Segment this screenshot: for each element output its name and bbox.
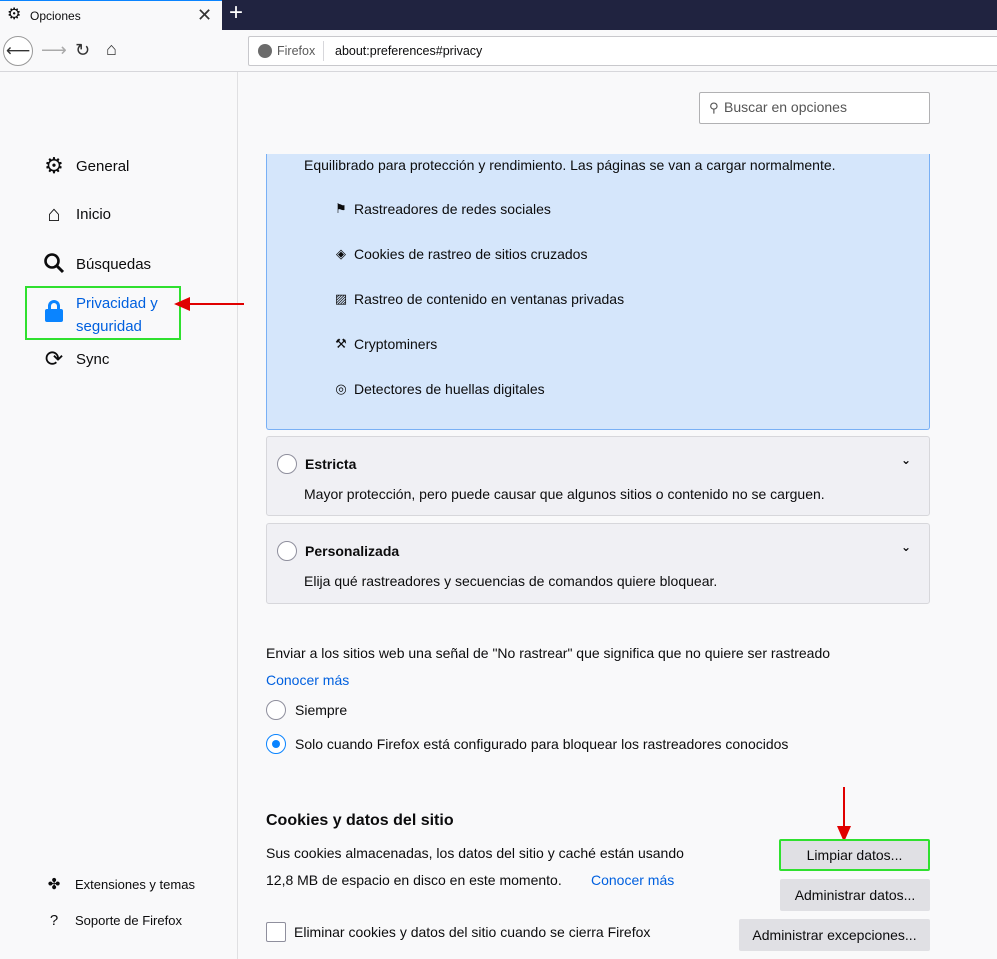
cookies-learn-more-link[interactable]: Conocer más xyxy=(591,872,674,888)
strict-title: Estricta xyxy=(305,456,357,472)
dnt-option-only-when-blocking[interactable]: Solo cuando Firefox está configurado par… xyxy=(266,734,788,754)
tab-strip: ⚙ Opciones ✕ + xyxy=(0,0,997,30)
manage-data-button[interactable]: Administrar datos... xyxy=(780,879,930,911)
sidebar-item-busquedas[interactable]: Búsquedas xyxy=(42,252,151,276)
strict-description: Mayor protección, pero puede causar que … xyxy=(304,486,825,502)
content-tracker-icon: ▨ xyxy=(334,291,348,306)
sidebar-item-privacidad[interactable]: Privacidad y seguridad xyxy=(25,286,181,340)
clear-data-button[interactable]: Limpiar datos... xyxy=(779,839,930,871)
cryptominer-icon: ⚒ xyxy=(335,336,347,351)
dnt-option-always[interactable]: Siempre xyxy=(266,700,347,720)
sidebar-item-label: Sync xyxy=(76,350,110,368)
tracker-label: Rastreo de contenido en ventanas privada… xyxy=(354,291,625,307)
search-icon: ⚲ xyxy=(709,100,719,115)
tracker-item: ⚑ Rastreadores de redes sociales xyxy=(333,201,551,217)
custom-title: Personalizada xyxy=(305,543,400,559)
dnt-always-label: Siempre xyxy=(295,702,348,718)
manage-exceptions-button[interactable]: Administrar excepciones... xyxy=(739,919,930,951)
annotation-arrow-left xyxy=(174,297,244,311)
chevron-down-icon[interactable]: ⌄ xyxy=(901,540,911,554)
sync-icon: ⟳ xyxy=(44,346,64,371)
tab-opciones[interactable]: ⚙ Opciones ✕ xyxy=(0,0,222,30)
search-input[interactable] xyxy=(724,99,924,115)
close-icon[interactable]: ✕ xyxy=(197,6,212,24)
sidebar: ⚙ General ⌂ Inicio Búsquedas Privacidad … xyxy=(0,72,244,959)
sidebar-item-inicio[interactable]: ⌂ Inicio xyxy=(42,202,111,226)
support-label: Soporte de Firefox xyxy=(75,913,182,928)
cookies-section-title: Cookies y datos del sitio xyxy=(266,812,454,829)
delete-on-close-row[interactable]: Eliminar cookies y datos del sitio cuand… xyxy=(266,922,650,942)
dnt-always-radio[interactable] xyxy=(266,700,286,720)
standard-protection-panel: Equilibrado para protección y rendimient… xyxy=(266,154,930,430)
strict-radio[interactable] xyxy=(277,454,297,474)
extensions-link[interactable]: ✤ Extensiones y temas xyxy=(46,875,195,893)
custom-radio[interactable] xyxy=(277,541,297,561)
support-link[interactable]: ? Soporte de Firefox xyxy=(46,912,182,929)
chevron-down-icon[interactable]: ⌄ xyxy=(901,453,911,467)
url-text[interactable]: about:preferences#privacy xyxy=(335,44,482,58)
home-button[interactable]: ⌂ xyxy=(106,40,117,58)
extensions-label: Extensiones y temas xyxy=(75,876,195,892)
delete-on-close-checkbox[interactable] xyxy=(266,922,286,942)
search-icon xyxy=(42,252,66,276)
tracker-label: Detectores de huellas digitales xyxy=(354,381,545,397)
firefox-icon xyxy=(258,44,272,58)
social-tracker-icon: ⚑ xyxy=(335,201,347,216)
identity-label: Firefox xyxy=(277,44,316,58)
tracker-item: ⚒ Cryptominers xyxy=(333,336,437,352)
cookie-icon: ◈ xyxy=(336,246,346,261)
dnt-only-radio[interactable] xyxy=(266,734,286,754)
gear-icon: ⚙ xyxy=(44,153,64,178)
standard-description: Equilibrado para protección y rendimient… xyxy=(304,157,836,173)
custom-option-card[interactable]: Personalizada ⌄ Elija qué rastreadores y… xyxy=(266,523,930,604)
tab-title: Opciones xyxy=(30,9,81,23)
fingerprint-icon: ◎ xyxy=(335,381,347,396)
cookies-description-line1: Sus cookies almacenadas, los datos del s… xyxy=(266,845,684,861)
gear-icon: ⚙ xyxy=(7,6,22,23)
url-separator xyxy=(323,41,324,61)
back-button[interactable]: ⟵ xyxy=(3,36,33,66)
delete-on-close-label: Eliminar cookies y datos del sitio cuand… xyxy=(294,924,651,940)
navigation-toolbar: ⟵ ⟶ ↻ ⌂ Firefox about:preferences#privac… xyxy=(0,30,997,72)
home-icon: ⌂ xyxy=(47,201,61,226)
annotation-arrow-down xyxy=(837,787,851,842)
forward-button[interactable]: ⟶ xyxy=(41,41,67,59)
puzzle-icon: ✤ xyxy=(47,876,61,893)
sidebar-item-label: Inicio xyxy=(76,205,112,223)
dnt-only-label: Solo cuando Firefox está configurado par… xyxy=(295,736,789,752)
tracker-label: Rastreadores de redes sociales xyxy=(354,201,551,217)
url-bar[interactable]: Firefox about:preferences#privacy xyxy=(248,36,997,66)
tracker-item: ◎ Detectores de huellas digitales xyxy=(333,381,545,397)
new-tab-button[interactable]: + xyxy=(229,1,243,25)
sidebar-item-label: Privacidad y seguridad xyxy=(76,295,158,335)
lock-icon xyxy=(45,300,63,322)
strict-option-card[interactable]: Estricta ⌄ Mayor protección, pero puede … xyxy=(266,436,930,516)
tracker-label: Cryptominers xyxy=(354,336,438,352)
tracker-item: ◈ Cookies de rastreo de sitios cruzados xyxy=(333,246,587,262)
reload-button[interactable]: ↻ xyxy=(75,41,90,59)
sidebar-item-label: General xyxy=(76,157,130,175)
dnt-description: Enviar a los sitios web una señal de "No… xyxy=(266,645,831,661)
search-box[interactable]: ⚲ xyxy=(699,92,930,124)
dnt-learn-more-link[interactable]: Conocer más xyxy=(266,672,349,688)
cookies-description-line2: 12,8 MB de espacio en disco en este mome… xyxy=(266,872,562,888)
sidebar-item-general[interactable]: ⚙ General xyxy=(42,154,129,178)
sidebar-item-sync[interactable]: ⟳ Sync xyxy=(42,346,110,371)
tracker-label: Cookies de rastreo de sitios cruzados xyxy=(354,246,588,262)
tracker-item: ▨ Rastreo de contenido en ventanas priva… xyxy=(333,291,624,307)
sidebar-item-label: Búsquedas xyxy=(76,255,152,273)
help-icon: ? xyxy=(49,912,59,929)
custom-description: Elija qué rastreadores y secuencias de c… xyxy=(304,573,718,589)
